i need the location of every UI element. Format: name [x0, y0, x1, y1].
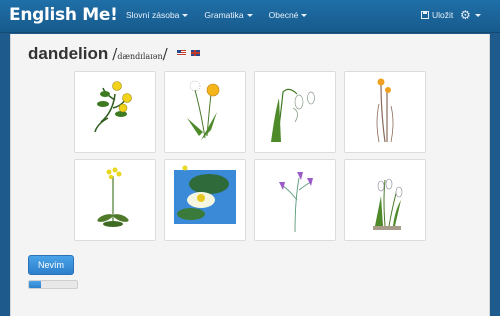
brand-logo[interactable]: English Me! [9, 5, 118, 25]
top-navbar: English Me! Slovní zásoba Gramatika Obec… [0, 0, 500, 33]
image-option-coltsfoot[interactable] [344, 71, 426, 153]
menu-label: Obecné [268, 10, 299, 20]
caret-down-icon [182, 13, 189, 17]
image-option-dandelion[interactable] [164, 71, 246, 153]
exercise-panel: dandelion /dændɪlaɪən/ Nevím [10, 34, 490, 316]
cowslip-picture [97, 167, 129, 227]
us-flag-icon[interactable] [176, 50, 186, 56]
menu-obecne[interactable]: Obecné [269, 10, 308, 20]
word-heading: dandelion /dændɪlaɪən/ [28, 44, 200, 64]
snowdrop-picture [271, 88, 315, 143]
menu-label: Gramatika [204, 10, 244, 20]
image-option-cowslip[interactable] [74, 159, 156, 241]
menu-label: Slovní zásoba [126, 10, 180, 20]
menu-slovni-zasoba[interactable]: Slovní zásoba [126, 10, 189, 20]
water-lily-picture [174, 165, 236, 224]
caret-down-icon [246, 13, 253, 17]
settings-menu[interactable]: ⚙ [460, 8, 481, 22]
main-menu: Slovní zásoba Gramatika Obecné [126, 10, 323, 20]
gear-icon: ⚙ [460, 8, 471, 22]
menu-gramatika[interactable]: Gramatika [204, 10, 253, 20]
save-icon [421, 11, 429, 19]
image-option-buttercup[interactable] [74, 71, 156, 153]
progress-bar [28, 280, 78, 289]
caret-down-icon [474, 13, 481, 17]
dandelion-picture [187, 80, 220, 140]
progress-fill [29, 281, 41, 288]
ipa-text: dændɪlaɪən [117, 52, 163, 61]
save-button[interactable]: Uložit [421, 10, 453, 20]
buttercup-picture [94, 81, 132, 133]
uk-flag-icon[interactable] [190, 50, 200, 56]
word-text: dandelion [28, 44, 109, 63]
snowflake-picture [373, 178, 403, 230]
image-option-snowflake[interactable] [344, 159, 426, 241]
save-label: Uložit [432, 10, 454, 20]
harebell-picture [279, 172, 313, 233]
coltsfoot-picture [376, 78, 394, 143]
pronunciation: /dændɪlaɪən/ [112, 45, 168, 63]
image-option-water-lily[interactable] [164, 159, 246, 241]
image-option-harebell[interactable] [254, 159, 336, 241]
image-option-snowdrop[interactable] [254, 71, 336, 153]
dont-know-button[interactable]: Nevím [28, 255, 74, 275]
caret-down-icon [301, 13, 308, 17]
